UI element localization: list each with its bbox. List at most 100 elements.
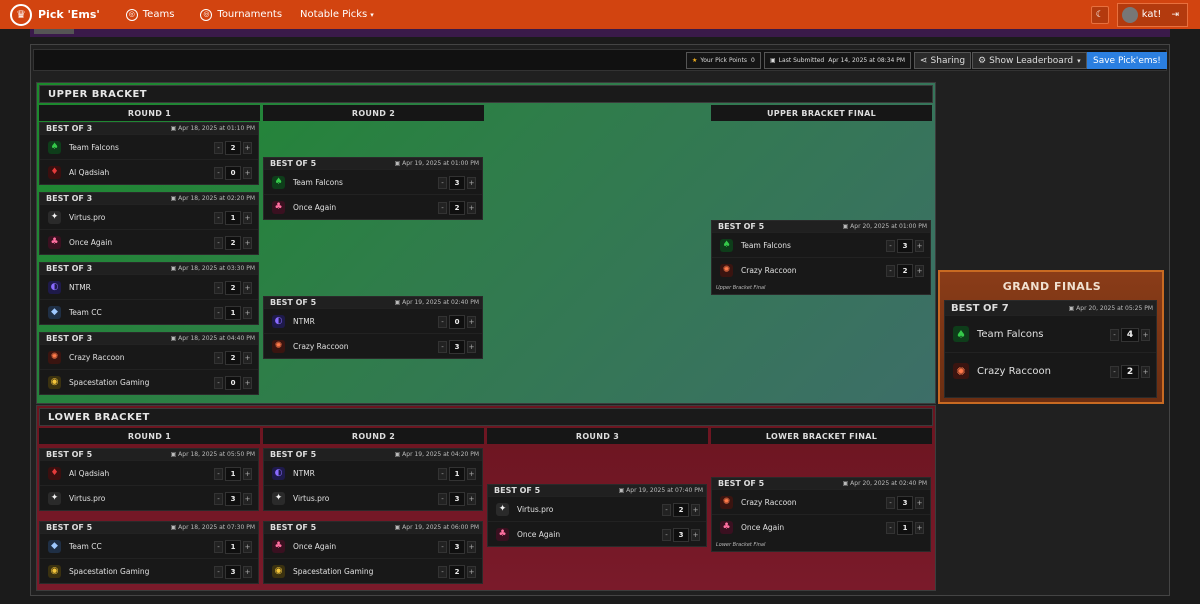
score-value[interactable]: 2 [225,351,241,365]
decrement-button[interactable]: - [214,237,223,249]
increment-button[interactable]: + [243,212,252,224]
decrement-button[interactable]: - [438,468,447,480]
team-row[interactable]: ♦ Al Qadsiah - 1 + [40,460,258,485]
team-row[interactable]: ◐ NTMR - 2 + [40,274,258,299]
score-value[interactable]: 2 [673,503,689,517]
nav-tournaments[interactable]: ◎ Tournaments [200,8,282,21]
increment-button[interactable]: + [243,307,252,319]
decrement-button[interactable]: - [214,307,223,319]
decrement-button[interactable]: - [438,202,447,214]
team-row[interactable]: ✦ Virtus.pro - 3 + [40,485,258,510]
score-value[interactable]: 0 [449,315,465,329]
decrement-button[interactable]: - [662,529,671,541]
logout-icon[interactable]: ⇥ [1171,10,1179,20]
decrement-button[interactable]: - [438,541,447,553]
brand-logo[interactable]: ♛ Pick 'Ems' [10,3,100,26]
team-row[interactable]: ◆ Team CC - 1 + [40,299,258,324]
team-row[interactable]: ◐ NTMR - 0 + [264,308,482,333]
team-row[interactable]: ✦ Virtus.pro - 3 + [264,485,482,510]
score-value[interactable]: 3 [449,492,465,506]
score-value[interactable]: 2 [897,264,913,278]
decrement-button[interactable]: - [438,316,447,328]
decrement-button[interactable]: - [438,493,447,505]
decrement-button[interactable]: - [886,265,895,277]
save-pickems-button[interactable]: Save Pick'ems! [1087,52,1167,69]
team-row[interactable]: ◐ NTMR - 1 + [264,460,482,485]
nav-notable-picks[interactable]: Notable Picks ▾ [300,9,374,20]
score-value[interactable]: 1 [225,540,241,554]
decrement-button[interactable]: - [662,504,671,516]
score-value[interactable]: 4 [1121,328,1139,342]
increment-button[interactable]: + [915,240,924,252]
score-value[interactable]: 3 [225,492,241,506]
team-row[interactable]: ♣ Once Again - 2 + [40,229,258,254]
increment-button[interactable]: + [243,142,252,154]
decrement-button[interactable]: - [214,167,223,179]
increment-button[interactable]: + [243,566,252,578]
increment-button[interactable]: + [1141,329,1150,341]
score-value[interactable]: 0 [225,166,241,180]
score-value[interactable]: 3 [673,528,689,542]
team-row[interactable]: ◉ Spacestation Gaming - 3 + [40,558,258,583]
decrement-button[interactable]: - [1110,366,1119,378]
increment-button[interactable]: + [691,504,700,516]
decrement-button[interactable]: - [214,282,223,294]
score-value[interactable]: 0 [225,376,241,390]
team-row[interactable]: ✺ Crazy Raccoon - 3 + [264,333,482,358]
increment-button[interactable]: + [467,316,476,328]
team-row[interactable]: ♠ Team Falcons - 3 + [264,169,482,194]
team-row[interactable]: ◉ Spacestation Gaming - 0 + [40,369,258,394]
score-value[interactable]: 2 [225,141,241,155]
score-value[interactable]: 3 [449,540,465,554]
sharing-button[interactable]: ⋖ Sharing [914,52,972,69]
decrement-button[interactable]: - [1110,329,1119,341]
team-row[interactable]: ♠ Team Falcons - 2 + [40,134,258,159]
team-row[interactable]: ♣ Once Again - 2 + [264,194,482,219]
decrement-button[interactable]: - [214,142,223,154]
score-value[interactable]: 1 [225,306,241,320]
decrement-button[interactable]: - [214,352,223,364]
team-row[interactable]: ♣ Once Again - 1 + [712,514,930,539]
team-row[interactable]: ✺ Crazy Raccoon - 2 + [40,344,258,369]
increment-button[interactable]: + [243,541,252,553]
team-row[interactable]: ♠ Team Falcons - 4 + [945,315,1156,352]
score-value[interactable]: 2 [225,236,241,250]
increment-button[interactable]: + [243,493,252,505]
increment-button[interactable]: + [467,202,476,214]
decrement-button[interactable]: - [214,377,223,389]
team-row[interactable]: ♠ Team Falcons - 3 + [712,232,930,257]
team-row[interactable]: ✦ Virtus.pro - 2 + [488,496,706,521]
increment-button[interactable]: + [467,541,476,553]
decrement-button[interactable]: - [214,566,223,578]
decrement-button[interactable]: - [214,212,223,224]
increment-button[interactable]: + [915,497,924,509]
nav-teams[interactable]: ◎ Teams [125,8,174,21]
decrement-button[interactable]: - [886,497,895,509]
team-row[interactable]: ♣ Once Again - 3 + [264,533,482,558]
increment-button[interactable]: + [915,265,924,277]
score-value[interactable]: 2 [225,281,241,295]
team-row[interactable]: ♣ Once Again - 3 + [488,521,706,546]
decrement-button[interactable]: - [214,541,223,553]
score-value[interactable]: 2 [449,201,465,215]
decrement-button[interactable]: - [438,566,447,578]
user-menu[interactable]: kat! ⇥ [1116,2,1188,27]
score-value[interactable]: 3 [449,340,465,354]
increment-button[interactable]: + [915,522,924,534]
score-value[interactable]: 2 [1121,365,1139,379]
score-value[interactable]: 1 [225,211,241,225]
increment-button[interactable]: + [691,529,700,541]
team-row[interactable]: ◆ Team CC - 1 + [40,533,258,558]
increment-button[interactable]: + [243,167,252,179]
increment-button[interactable]: + [467,177,476,189]
team-row[interactable]: ✺ Crazy Raccoon - 2 + [712,257,930,282]
score-value[interactable]: 3 [225,565,241,579]
increment-button[interactable]: + [467,566,476,578]
increment-button[interactable]: + [243,282,252,294]
increment-button[interactable]: + [1141,366,1150,378]
score-value[interactable]: 1 [897,521,913,535]
increment-button[interactable]: + [467,468,476,480]
team-row[interactable]: ♦ Al Qadsiah - 0 + [40,159,258,184]
decrement-button[interactable]: - [438,341,447,353]
score-value[interactable]: 1 [449,467,465,481]
